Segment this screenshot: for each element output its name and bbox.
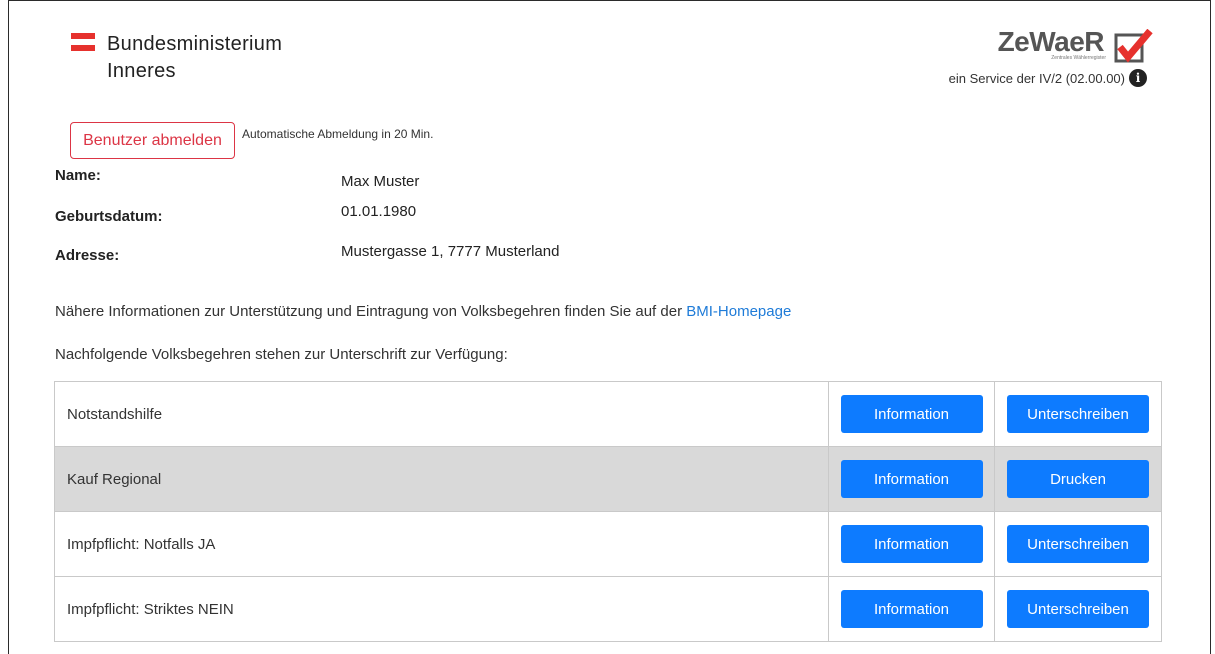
table-row: Notstandshilfe Information Unterschreibe…: [54, 381, 1162, 447]
petition-name: Kauf Regional: [54, 446, 829, 512]
checkmark-icon: [1114, 29, 1153, 63]
zewaer-logo: ZeWaeR Zentrales Wählerregister: [998, 27, 1153, 63]
petition-name: Impfpflicht: Notfalls JA: [54, 511, 829, 577]
app-subtitle: Zentrales Wählerregister: [1051, 55, 1106, 61]
info-icon[interactable]: i: [1129, 69, 1147, 87]
name-label: Name:: [55, 167, 101, 184]
ministry-line1: Bundesministerium: [107, 33, 283, 55]
page-frame: Bundesministerium Inneres ZeWaeR Zentral…: [8, 0, 1211, 654]
print-button[interactable]: Drucken: [1007, 460, 1149, 498]
information-button[interactable]: Information: [840, 525, 983, 563]
petition-table: Notstandshilfe Information Unterschreibe…: [54, 381, 1162, 642]
logout-button[interactable]: Benutzer abmelden: [70, 122, 235, 159]
birthdate-label: Geburtsdatum:: [55, 208, 163, 225]
ministry-name: Bundesministerium Inneres: [107, 31, 282, 85]
service-text: ein Service der IV/2 (02.00.00): [948, 70, 1125, 86]
sign-button[interactable]: Unterschreiben: [1007, 590, 1149, 628]
bmi-homepage-link[interactable]: BMI-Homepage: [686, 303, 791, 320]
austria-flag-icon: [71, 33, 95, 51]
info-text-body: Nähere Informationen zur Unterstützung u…: [55, 303, 687, 320]
address-label: Adresse:: [55, 247, 120, 264]
ministry-line2: Inneres: [107, 60, 176, 82]
auto-logout-text: Automatische Abmeldung in 20 Min.: [242, 127, 434, 141]
available-text: Nachfolgende Volksbegehren stehen zur Un…: [55, 346, 508, 363]
sign-button[interactable]: Unterschreiben: [1007, 395, 1149, 433]
birthdate-value: 01.01.1980: [341, 203, 417, 220]
table-row: Impfpflicht: Notfalls JA Information Unt…: [54, 511, 1162, 577]
name-value: Max Muster: [341, 173, 420, 190]
table-row: Kauf Regional Information Drucken: [54, 446, 1162, 512]
petition-name: Impfpflicht: Striktes NEIN: [54, 576, 829, 642]
info-text: Nähere Informationen zur Unterstützung u…: [55, 303, 791, 320]
sign-button[interactable]: Unterschreiben: [1007, 525, 1149, 563]
information-button[interactable]: Information: [840, 460, 983, 498]
information-button[interactable]: Information: [840, 590, 983, 628]
table-row: Impfpflicht: Striktes NEIN Information U…: [54, 576, 1162, 642]
petition-name: Notstandshilfe: [54, 381, 829, 447]
service-info: ein Service der IV/2 (02.00.00) i: [949, 69, 1147, 87]
information-button[interactable]: Information: [840, 395, 983, 433]
address-value: Mustergasse 1, 7777 Musterland: [341, 243, 560, 260]
